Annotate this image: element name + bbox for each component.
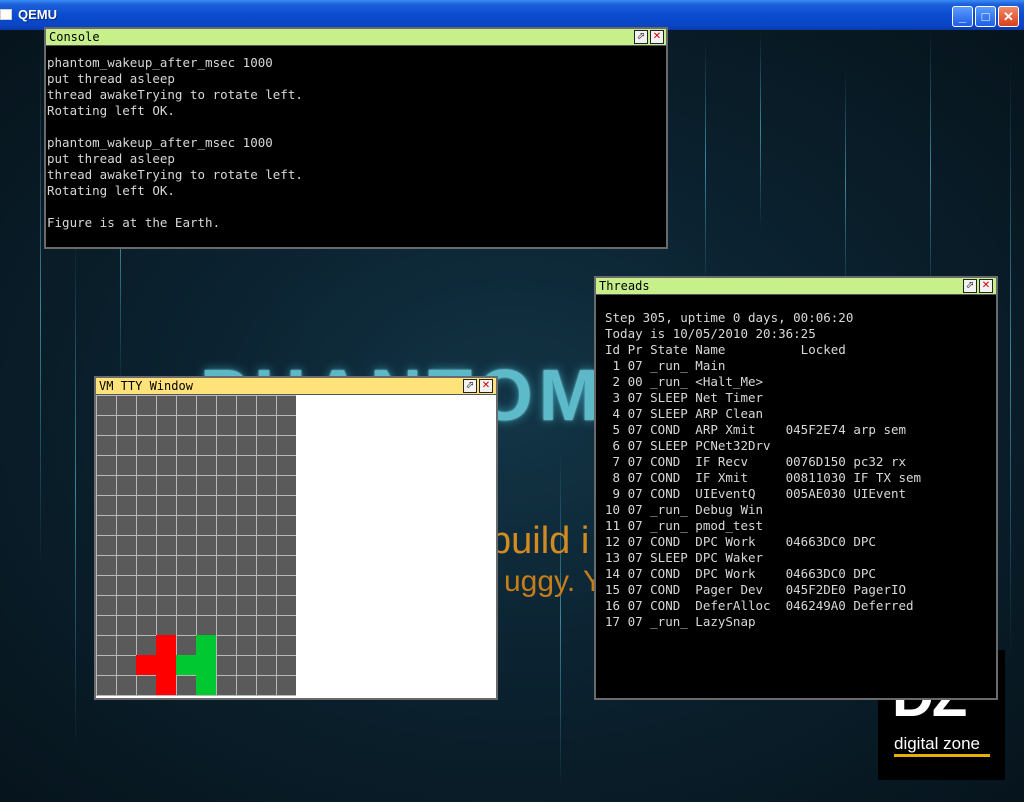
dz-logo-label: digital zone [894, 734, 981, 753]
green-block [196, 635, 216, 655]
threads-table: 1 07 _run_ Main 2 00 _run_ <Halt_Me> 3 0… [605, 358, 921, 630]
red-block [156, 655, 176, 675]
light-streak [560, 450, 561, 790]
window-title: QEMU [18, 7, 57, 22]
close-icon[interactable]: ✕ [979, 279, 993, 293]
thread-row: 15 07 COND Pager Dev 045F2DE0 PagerIO [605, 582, 907, 597]
red-block [156, 675, 176, 695]
threads-window[interactable]: Threads ⬀ ✕ Step 305, uptime 0 days, 00:… [594, 276, 998, 700]
green-block [196, 655, 216, 675]
dz-logo-bar [894, 754, 990, 757]
close-button[interactable]: ✕ [998, 6, 1019, 27]
light-streak [1010, 60, 1011, 660]
light-streak [845, 70, 846, 300]
console-output: phantom_wakeup_after_msec 1000 put threa… [47, 55, 303, 230]
thread-row: 1 07 _run_ Main [605, 358, 726, 373]
tty-title: VM TTY Window [99, 379, 193, 393]
pin-icon[interactable]: ⬀ [463, 379, 477, 393]
threads-title: Threads [599, 279, 650, 293]
app-icon[interactable] [0, 9, 12, 20]
minimize-button[interactable]: _ [952, 6, 973, 27]
thread-row: 16 07 COND DeferAlloc 046249A0 Deferred [605, 598, 914, 613]
pin-icon[interactable]: ⬀ [963, 279, 977, 293]
wallpaper-text-1: build i [490, 520, 590, 562]
console-window[interactable]: Console ⬀ ✕ phantom_wakeup_after_msec 10… [44, 27, 668, 249]
wallpaper-text-2: uggy. Y [504, 565, 603, 598]
thread-row: 2 00 _run_ <Halt_Me> [605, 374, 764, 389]
threads-date-line: Today is 10/05/2010 20:36:25 [605, 326, 816, 341]
console-title: Console [49, 30, 100, 44]
console-titlebar[interactable]: Console ⬀ ✕ [46, 29, 666, 46]
light-streak [75, 230, 76, 750]
tty-titlebar[interactable]: VM TTY Window ⬀ ✕ [96, 378, 496, 395]
close-icon[interactable]: ✕ [650, 30, 664, 44]
threads-step-line: Step 305, uptime 0 days, 00:06:20 [605, 310, 854, 325]
threads-titlebar[interactable]: Threads ⬀ ✕ [596, 278, 996, 295]
tty-window[interactable]: VM TTY Window ⬀ ✕ [94, 376, 498, 700]
light-streak [705, 40, 706, 290]
thread-row: 9 07 COND UIEventQ 005AE030 UIEvent [605, 486, 907, 501]
thread-row: 3 07 SLEEP Net Timer [605, 390, 764, 405]
red-block [136, 655, 156, 675]
thread-row: 17 07 _run_ LazySnap [605, 614, 756, 629]
pin-icon[interactable]: ⬀ [634, 30, 648, 44]
red-block [156, 635, 176, 655]
thread-row: 7 07 COND IF Recv 0076D150 pc32 rx [605, 454, 907, 469]
thread-row: 10 07 _run_ Debug Win [605, 502, 764, 517]
light-streak [930, 30, 931, 310]
maximize-button[interactable]: □ [975, 6, 996, 27]
tty-output-area[interactable] [296, 395, 496, 696]
light-streak [40, 50, 41, 570]
thread-row: 12 07 COND DPC Work 04663DC0 DPC [605, 534, 876, 549]
thread-row: 8 07 COND IF Xmit 00811030 IF TX sem [605, 470, 922, 485]
thread-row: 14 07 COND DPC Work 04663DC0 DPC [605, 566, 876, 581]
threads-column-header: Id Pr State Name Locked [605, 342, 846, 357]
threads-content: Step 305, uptime 0 days, 00:06:20 Today … [605, 310, 921, 630]
thread-row: 11 07 _run_ pmod_test [605, 518, 764, 533]
green-block [176, 655, 196, 675]
close-icon[interactable]: ✕ [479, 379, 493, 393]
thread-row: 4 07 SLEEP ARP Clean [605, 406, 764, 421]
green-block [196, 675, 216, 695]
thread-row: 5 07 COND ARP Xmit 045F2E74 arp sem [605, 422, 907, 437]
window-titlebar[interactable]: QEMU _ □ ✕ [0, 0, 1024, 30]
thread-row: 6 07 SLEEP PCNet32Drv [605, 438, 771, 453]
tetris-board[interactable] [96, 395, 296, 696]
thread-row: 13 07 SLEEP DPC Waker [605, 550, 764, 565]
light-streak [760, 30, 761, 230]
